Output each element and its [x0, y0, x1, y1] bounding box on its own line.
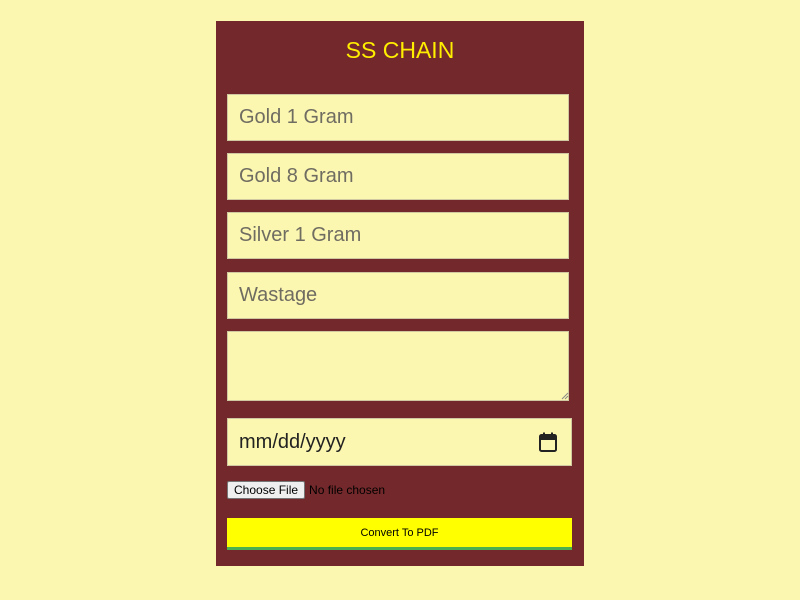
date-placeholder: mm/dd/yyyy	[239, 431, 346, 453]
page-title: SS CHAIN	[345, 37, 455, 63]
date-input[interactable]: mm/dd/yyyy	[227, 418, 572, 466]
wastage-input[interactable]	[227, 272, 569, 319]
gold-1-gram-input[interactable]	[227, 94, 569, 141]
form-card: SS CHAIN mm/dd/yyyy Choose File No file …	[216, 21, 584, 566]
calendar-icon[interactable]	[539, 432, 557, 452]
notes-textarea[interactable]	[227, 331, 569, 401]
silver-1-gram-input[interactable]	[227, 212, 569, 259]
file-upload: Choose File No file chosen	[227, 481, 385, 499]
resize-grip-icon[interactable]	[561, 392, 569, 400]
file-status-text: No file chosen	[309, 483, 386, 497]
gold-8-gram-input[interactable]	[227, 153, 569, 200]
choose-file-button[interactable]: Choose File	[227, 481, 306, 499]
convert-to-pdf-button[interactable]: Convert To PDF	[227, 518, 572, 550]
